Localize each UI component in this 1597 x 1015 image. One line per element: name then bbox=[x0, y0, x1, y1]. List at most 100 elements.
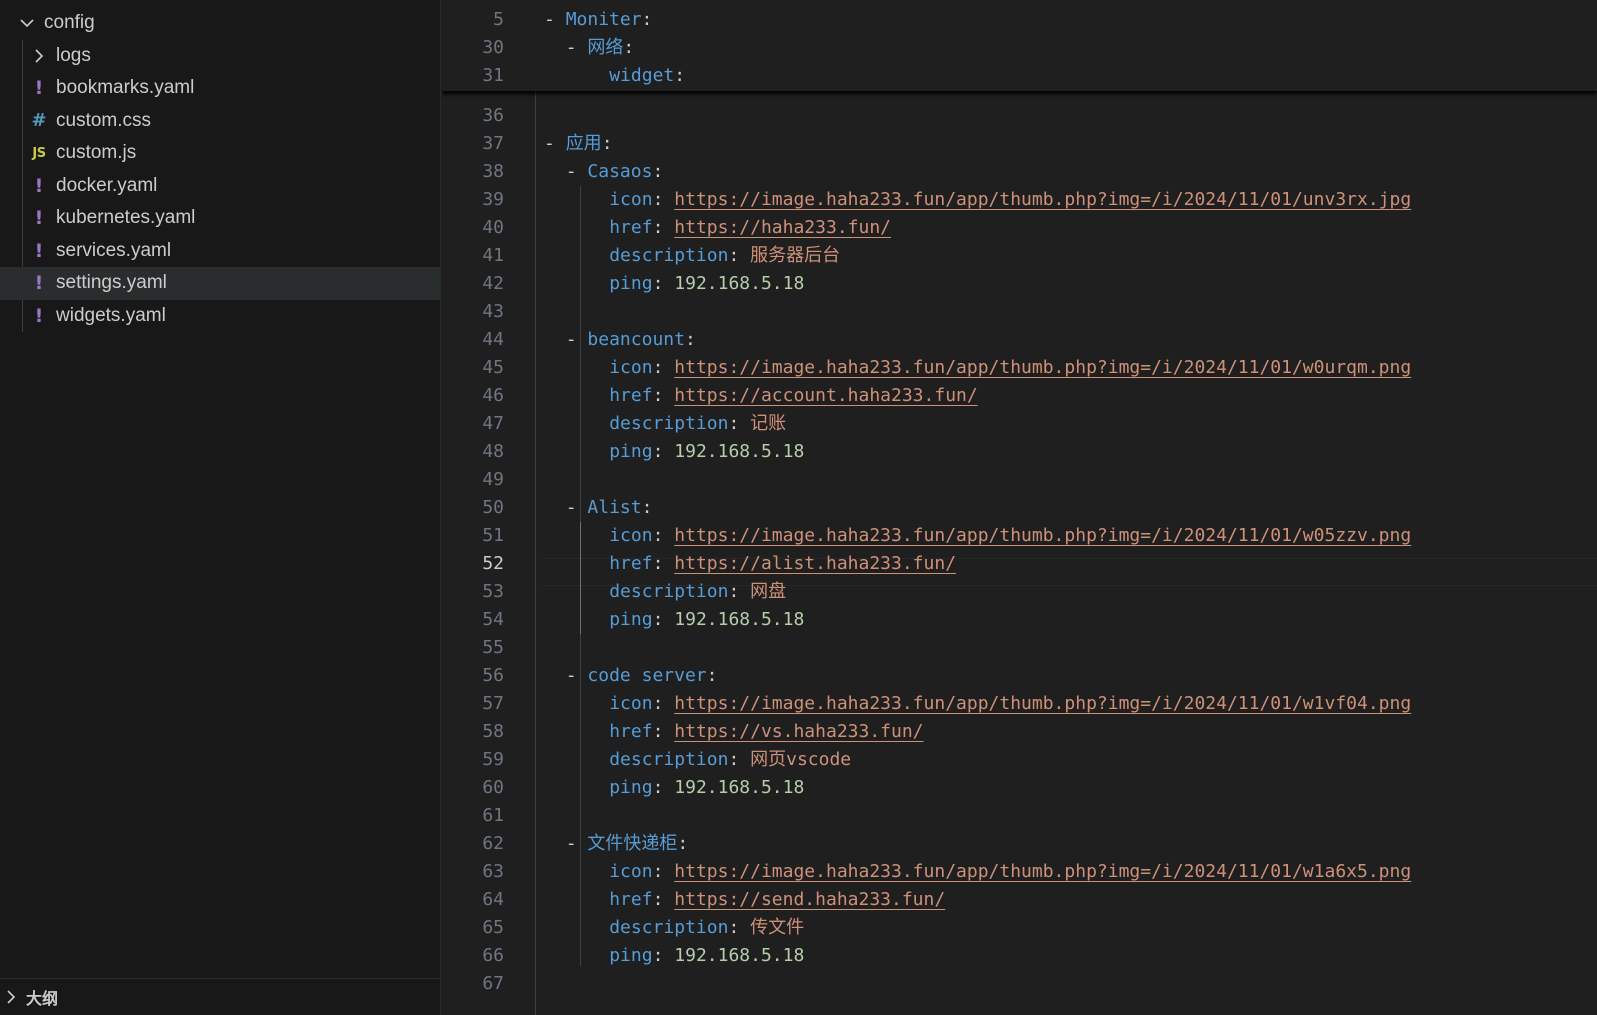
line-number: 54 bbox=[482, 609, 504, 630]
yaml-key: href bbox=[609, 889, 653, 910]
yaml-file-icon: ! bbox=[34, 272, 44, 294]
yaml-key: Alist bbox=[587, 497, 642, 518]
yaml-file-icon: ! bbox=[34, 239, 44, 262]
line-number: 44 bbox=[482, 329, 504, 350]
line-number: 49 bbox=[482, 469, 504, 490]
file-item[interactable]: # custom.css bbox=[0, 104, 441, 137]
number-value: 192.168.5.18 bbox=[674, 945, 805, 966]
yaml-key: ping bbox=[609, 945, 653, 966]
sticky-scroll-header[interactable]: 5 - Moniter: 30 - 网络: 31 widget: bbox=[442, 0, 1597, 91]
string-value: 记账 bbox=[750, 413, 787, 434]
chevron-down-icon bbox=[18, 14, 36, 32]
number-value: 192.168.5.18 bbox=[674, 441, 805, 462]
folder-label: config bbox=[44, 11, 95, 33]
line-number: 39 bbox=[482, 189, 504, 210]
number-value: 192.168.5.18 bbox=[674, 777, 805, 798]
code-editor[interactable]: 36 37 - 应用: 38 - Casaos: 39 icon: https://imag… bbox=[442, 0, 1597, 1015]
url-link[interactable]: https://account.haha233.fun/ bbox=[674, 385, 977, 406]
url-link[interactable]: https://alist.haha233.fun/ bbox=[674, 553, 956, 574]
yaml-key: 应用 bbox=[565, 133, 602, 154]
yaml-file-icon: ! bbox=[34, 304, 44, 327]
line-number: 57 bbox=[482, 693, 504, 714]
line-number: 37 bbox=[482, 133, 504, 154]
yaml-key: ping bbox=[609, 777, 653, 798]
yaml-colon: : bbox=[652, 189, 675, 210]
yaml-colon: : bbox=[728, 749, 751, 770]
yaml-colon: : bbox=[652, 693, 675, 714]
yaml-key: beancount bbox=[587, 329, 685, 350]
yaml-file-icon: ! bbox=[34, 77, 44, 99]
yaml-colon: : bbox=[706, 665, 718, 686]
line-number: 58 bbox=[482, 721, 504, 742]
yaml-colon: : bbox=[652, 385, 675, 406]
code-line: ping: 192.168.5.18 bbox=[609, 774, 804, 802]
url-link[interactable]: https://image.haha233.fun/app/thumb.php?… bbox=[674, 357, 1411, 378]
code-line: href: https://alist.haha233.fun/ bbox=[609, 550, 956, 578]
list-dash: - bbox=[565, 37, 588, 58]
yaml-colon: : bbox=[684, 329, 696, 350]
url-link[interactable]: https://haha233.fun/ bbox=[674, 217, 891, 238]
file-item[interactable]: JS custom.js bbox=[0, 137, 441, 170]
js-file-icon: JS bbox=[32, 145, 46, 161]
line-number: 61 bbox=[482, 805, 504, 826]
file-item[interactable]: ! kubernetes.yaml bbox=[0, 202, 441, 235]
code-line: description: 传文件 bbox=[609, 914, 804, 942]
yaml-colon: : bbox=[652, 161, 664, 182]
file-label: services.yaml bbox=[56, 239, 172, 261]
chevron-right-icon bbox=[2, 988, 20, 1006]
url-link[interactable]: https://send.haha233.fun/ bbox=[674, 889, 945, 910]
line-number: 46 bbox=[482, 385, 504, 406]
yaml-key: href bbox=[609, 721, 653, 742]
yaml-key: Casaos bbox=[587, 161, 653, 182]
yaml-colon: : bbox=[652, 609, 675, 630]
string-value: 服务器后台 bbox=[750, 245, 841, 266]
url-link[interactable]: https://image.haha233.fun/app/thumb.php?… bbox=[674, 189, 1411, 210]
folder-config[interactable]: config bbox=[0, 6, 441, 39]
code-line: ping: 192.168.5.18 bbox=[609, 942, 804, 970]
yaml-key: icon bbox=[609, 189, 653, 210]
yaml-colon: : bbox=[674, 65, 686, 86]
yaml-key: code server bbox=[587, 665, 707, 686]
url-link[interactable]: https://image.haha233.fun/app/thumb.php?… bbox=[674, 525, 1411, 546]
code-line: - beancount: bbox=[566, 326, 696, 354]
file-item[interactable]: ! widgets.yaml bbox=[0, 299, 441, 332]
yaml-key: icon bbox=[609, 693, 653, 714]
line-number: 31 bbox=[482, 65, 504, 86]
yaml-key: widget bbox=[609, 65, 675, 86]
outline-label: 大纲 bbox=[26, 989, 59, 1008]
yaml-key: ping bbox=[609, 273, 653, 294]
yaml-file-icon: ! bbox=[34, 174, 44, 197]
yaml-colon: : bbox=[652, 553, 675, 574]
list-dash: - bbox=[544, 133, 566, 154]
outline-panel-header[interactable]: 大纲 bbox=[0, 978, 441, 1015]
code-line: href: https://send.haha233.fun/ bbox=[609, 886, 945, 914]
yaml-key: href bbox=[609, 385, 653, 406]
yaml-file-icon: ! bbox=[34, 207, 44, 229]
list-dash: - bbox=[565, 497, 588, 518]
list-dash: - bbox=[565, 833, 588, 854]
yaml-colon: : bbox=[652, 525, 675, 546]
url-link[interactable]: https://image.haha233.fun/app/thumb.php?… bbox=[674, 693, 1411, 714]
url-link[interactable]: https://vs.haha233.fun/ bbox=[674, 721, 923, 742]
folder-logs[interactable]: logs bbox=[0, 39, 441, 72]
list-dash: - bbox=[565, 161, 588, 182]
line-number: 50 bbox=[482, 497, 504, 518]
yaml-key: icon bbox=[609, 525, 653, 546]
file-item[interactable]: ! bookmarks.yaml bbox=[0, 72, 441, 105]
code-line: icon: https://image.haha233.fun/app/thum… bbox=[609, 354, 1411, 382]
url-link[interactable]: https://image.haha233.fun/app/thumb.php?… bbox=[674, 861, 1411, 882]
yaml-colon: : bbox=[641, 497, 653, 518]
chevron-right-icon bbox=[30, 47, 48, 65]
file-item[interactable]: ! settings.yaml bbox=[0, 266, 441, 300]
file-item[interactable]: ! services.yaml bbox=[0, 234, 441, 267]
line-number: 53 bbox=[482, 581, 504, 602]
code-line: ping: 192.168.5.18 bbox=[609, 438, 804, 466]
file-item[interactable]: ! docker.yaml bbox=[0, 169, 441, 202]
list-dash: - bbox=[565, 665, 588, 686]
code-line: icon: https://image.haha233.fun/app/thum… bbox=[609, 522, 1411, 550]
line-number: 64 bbox=[482, 889, 504, 910]
line-number: 48 bbox=[482, 441, 504, 462]
yaml-colon: : bbox=[623, 37, 635, 58]
line-number: 40 bbox=[482, 217, 504, 238]
file-label: logs bbox=[56, 44, 91, 66]
